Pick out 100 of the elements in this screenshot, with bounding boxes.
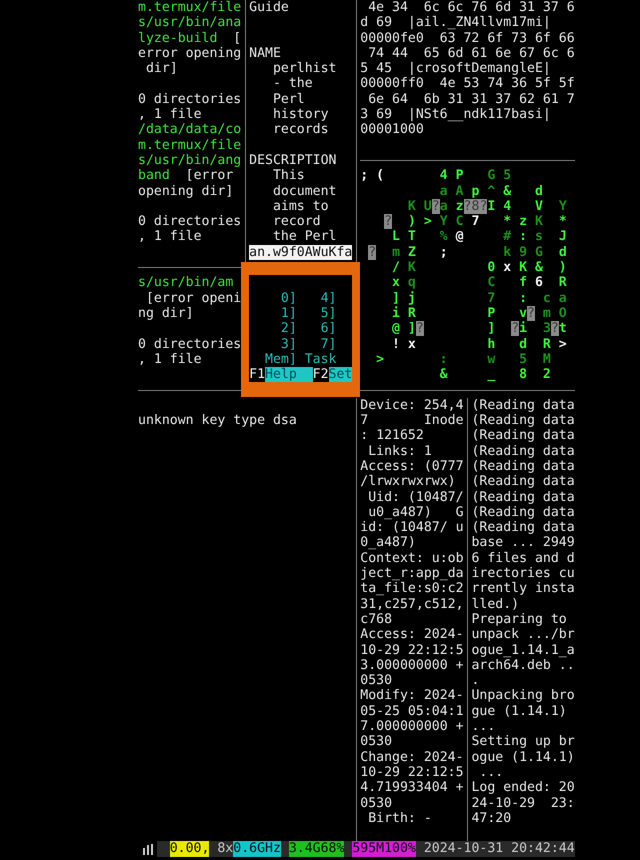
terminal-line: dir] [144,61,178,76]
terminal-line: 0 directories [138,92,242,108]
matrix-row-text: x q C f 6 R [391,275,567,291]
man-page-line: records [272,122,329,138]
status-text: 8x [217,841,234,857]
log-line: (Reading data [471,458,575,474]
terminal-line: s/usr/bin/ana [138,15,242,31]
status-indicator: 0.00, [170,841,210,857]
matrix-row-text: ] j 7 : c a [391,290,567,306]
hexdump-line: 6e 64 6b 31 31 37 62 61 7 [367,92,575,108]
terminal-line: [error openi [144,290,242,306]
terminal-line: m.termux/file [138,138,242,153]
cpu-meter-label: 2] [280,321,297,337]
stat-line: 05-25 05:04:1 [360,704,464,720]
hexdump-line: 4e 34 6c 6c 76 6d 31 37 6 [367,0,575,16]
terminal-line: band [error [138,168,234,184]
stat-line: id: (10487/ u [360,520,464,536]
man-page-line: - the [272,76,313,92]
hexdump-line: 3 69 |NSt6__ndk117basi| [360,107,551,122]
log-line: (Reading data [471,398,575,414]
terminal-line: /data/data/co [138,122,242,138]
matrix-row-text: > : w 5 M [375,352,551,368]
stat-line: Links: 1 [367,444,432,459]
terminal-line: error opening [138,46,242,62]
log-line: 24-10-29 23: [471,796,575,811]
stat-line: 10-29 22:12:5 [360,642,464,658]
stat-line: 7 Inode [360,413,464,428]
log-line: . [471,673,480,688]
hexdump-line: 00000ff0 4e 53 74 36 5f 5f [360,76,575,92]
log-line: rrently insta [471,581,575,597]
log-line: Setting up br [471,734,575,750]
log-line: Preparing to [471,612,567,628]
stat-line: 0530 [360,796,392,811]
stat-line: c768 [360,612,392,628]
task-meter-label: Task [304,352,336,368]
cpu-meter-label: 3] [280,336,297,352]
stat-line: Change: 2024- [360,750,464,765]
hexdump-line: 00001000 [360,122,424,138]
stat-line: 0530 [360,734,392,750]
stat-line: Birth: - [367,810,432,826]
cpu-meter-label: 5] [320,306,336,322]
man-page-line: the Perl [272,229,336,245]
log-line: ... [478,764,504,780]
man-page-line: aims to [272,198,329,214]
man-page-line: This [272,168,305,184]
help-button[interactable]: Help [265,367,313,382]
memory-meter-label: Mem] [264,352,297,368]
log-line: gue (1.14.1) [471,704,567,720]
matrix-row-text: i R P v? m O [391,306,567,321]
log-line: Unpacking bro [471,688,575,704]
terminal-line: 0 directories [138,214,242,230]
stat-line: 10-29 22:12:5 [360,764,464,780]
terminal-line: 0 directories [138,336,242,352]
matrix-row-text: K U?a z?8?I 4 V Y [406,198,567,214]
hexdump-line: 5 45 |crosoftDemangleE| [360,61,551,76]
man-page-line: NAME [249,46,281,62]
hexdump-line: 74 44 65 6d 61 6e 67 6c 6 [367,46,575,62]
terminal-line: , 1 file [138,229,202,245]
stat-line: Context: u:ob [360,550,464,566]
log-line: lled.) [471,596,520,612]
cpu-meter-label: 7] [320,336,336,352]
stat-line: 31,c257,c512, [360,596,464,612]
log-line: arch64.deb .. [471,658,575,674]
terminal-line: s/usr/bin/am [138,275,234,291]
log-line: ogue_1.14.1_a [471,642,575,658]
matrix-row-text: L T % @ # : s J [391,229,567,245]
stat-line: ject_r:app_da [360,566,464,582]
status-indicator: 595M100% [352,841,416,857]
matrix-row-text: @ ]? ] ?i 3?t [391,321,567,337]
cpu-meter-label: 1] [280,306,297,322]
terminal-line: m.termux/file [138,0,242,16]
log-line: 6 files and d [471,550,575,566]
stat-line: 4.719933404 + [360,780,464,796]
man-page-line: DESCRIPTION [249,152,336,168]
stat-line: /lrwxrwxrwx) [360,474,456,490]
status-text: 2024-10-31 20:42:44 [424,841,575,857]
log-line: (Reading data [471,428,575,444]
stat-line: Device: 254,4 [360,398,464,414]
log-line: irectories cu [471,566,575,582]
log-line: (Reading data [471,413,575,428]
log-line: (Reading data [471,504,575,520]
man-page-line: perlhist [272,61,336,76]
log-line: base ... 2949 [471,535,575,551]
matrix-row-text: ? ) > Y C 7 * z K * [383,214,567,230]
man-page-line: Perl [272,92,305,108]
stat-line: 0530 [360,673,392,688]
cpu-meter-label: 4] [320,290,336,306]
matrix-row-text: & _ 8 2 [438,367,551,382]
man-page-line: record [272,214,321,230]
matrix-row-text: ? m Z ; k 9 G d [367,244,567,260]
log-line: (Reading data [471,444,575,459]
matrix-row-text: / K 0 x K & ) [391,260,567,276]
terminal-line: , 1 file [138,107,202,122]
matrix-row-text: a A p ^ & d [438,184,543,199]
setup-button[interactable]: Set [328,367,352,382]
stat-line: Access: (0777 [360,458,464,474]
log-line: ogue (1.14.1) [471,750,575,765]
log-line: 47:20 [471,810,512,826]
log-line: Log ended: 20 [471,780,575,796]
log-line: unpack .../br [471,627,575,643]
